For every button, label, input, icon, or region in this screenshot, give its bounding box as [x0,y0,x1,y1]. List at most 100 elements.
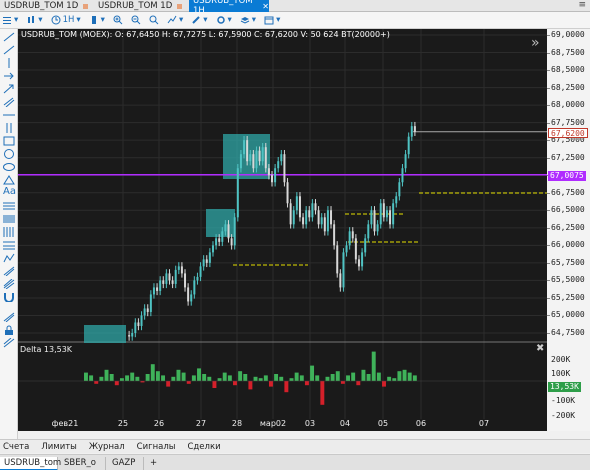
lock-icon[interactable] [3,325,15,335]
candle-body [239,154,242,169]
window-tab-usdrub-1d-a[interactable]: USDRUB_TOM 1D [0,0,93,12]
candle-body [140,315,143,326]
x-axis-tick-label: 06 [416,419,426,428]
chart-canvas[interactable]: фев21 25 26 27 28 мар02 03 04 05 06 07 [18,29,547,431]
price-axis-label: 66,7500 [551,187,585,197]
price-axis-tick [547,315,550,317]
delta-bar [233,381,237,386]
window-tab-usdrub-1d-b[interactable]: USDRUB_TOM 1D [94,0,187,12]
price-axis-tick [547,333,550,334]
price-axis[interactable]: 69,0000 68,7500 68,5000 68,2500 68,0000 67,75… [547,29,590,431]
expand-icon[interactable]: » [531,36,540,50]
settings-button[interactable]: ▾ [216,15,232,25]
window-tab-usdrub-1h[interactable]: USDRUB_TOM 1H ✕ [189,0,269,16]
x-axis-tick-label: мар02 [260,419,286,428]
price-axis-label: 66,2500 [551,222,585,232]
rectangle-icon[interactable] [3,136,15,146]
delta-bar [191,375,196,381]
price-chart[interactable]: фев21 25 26 27 28 мар02 03 04 05 06 07 USDRUB_TOM … [18,29,547,431]
ray-icon[interactable] [3,45,15,55]
channel-icon[interactable] [3,97,15,107]
price-axis-label: 66,5000 [551,205,585,215]
triangle-icon[interactable] [3,175,15,185]
indicators-button[interactable]: ▾ [167,15,183,25]
chart-type-button[interactable]: ▾ [26,15,43,25]
tab-accounts[interactable]: Счета [3,442,29,452]
timeframe-button[interactable]: 1H ▾ [51,15,81,25]
candle-body [165,273,168,284]
arrow-up-right-icon[interactable] [3,84,15,94]
candle-body [159,280,162,291]
candles-icon [28,16,35,23]
hide-drawings-icon[interactable] [3,312,15,322]
candle-body [271,175,273,183]
fibonacci-icon[interactable] [3,201,15,211]
close-icon[interactable] [83,3,89,9]
candle-body [370,210,373,225]
fib-fan-icon[interactable] [3,214,15,224]
zoom-fit-button[interactable] [149,15,159,25]
price-axis-label: 68,5000 [551,65,585,75]
tab-journal[interactable]: Журнал [89,442,125,452]
price-axis-tick [547,35,550,36]
close-icon[interactable]: ✕ [262,2,269,11]
candle-body [376,224,379,232]
tab-menu-icon[interactable]: ≡ [578,0,586,10]
candle-body [308,210,311,218]
horizontal-line-icon[interactable] [3,110,15,120]
indicators-icon [167,15,177,24]
candle-body [227,224,230,239]
parallel-lines-icon[interactable] [3,123,15,133]
pitchfork-icon[interactable] [3,266,15,276]
delta-bar [161,375,166,381]
candle-body [208,252,211,263]
candle-body [249,154,252,162]
delta-bar [325,376,330,381]
trendline-icon[interactable] [3,32,15,42]
candle-body [323,217,326,232]
candle-body [382,203,385,218]
tab-limits[interactable]: Лимиты [41,442,77,452]
delta-value-label: 13,53K [548,382,581,392]
price-axis-label: 64,7500 [551,328,585,337]
document-tabs: USDRUB_tom SBER_o GAZP + [0,454,590,470]
zoom-in-button[interactable] [113,15,123,25]
add-tab-button[interactable]: + [146,457,162,470]
price-axis-label: 68,0000 [551,100,585,110]
candle-body [317,210,320,225]
circle-icon[interactable] [3,149,15,159]
tab-signals[interactable]: Сигналы [137,442,176,452]
text-tool-icon[interactable]: Aa [3,187,16,197]
brush-icon[interactable] [3,279,15,289]
style-button[interactable]: ▾ [89,15,105,25]
delta-bar [397,371,402,381]
zoom-out-button[interactable] [131,15,141,25]
calendar-icon [264,16,274,25]
calendar-button[interactable]: ▾ [264,15,280,25]
candle-body [326,210,329,232]
close-icon[interactable] [177,3,183,9]
levels-icon[interactable] [3,240,15,250]
candle-body [131,333,134,337]
delta-bar [99,376,104,381]
drawing-tools-button[interactable]: ▾ [191,15,208,25]
delta-bar [109,374,114,381]
price-axis-tick [547,157,550,159]
arrow-right-icon[interactable] [3,71,15,81]
ellipse-icon[interactable] [3,162,15,172]
doc-tab-usdrub[interactable]: USDRUB_tom [0,457,61,470]
gann-icon[interactable] [3,227,15,237]
delete-drawings-icon[interactable] [3,338,15,348]
template-button[interactable]: ▾ [240,15,256,25]
close-pane-icon[interactable]: ✖ [536,344,544,354]
vertical-line-icon[interactable] [3,58,15,68]
delta-bar [248,381,253,390]
instrument-menu-button[interactable]: ▾ [2,15,18,25]
doc-tab-gazp[interactable]: GAZP [108,457,144,470]
doc-tab-sber[interactable]: SBER_o [60,457,106,470]
wave-icon[interactable] [3,253,15,263]
price-axis-label: 68,2500 [551,82,585,92]
price-axis-tick [547,70,550,72]
tab-trades[interactable]: Сделки [188,442,221,452]
magnet-icon[interactable] [3,292,15,302]
